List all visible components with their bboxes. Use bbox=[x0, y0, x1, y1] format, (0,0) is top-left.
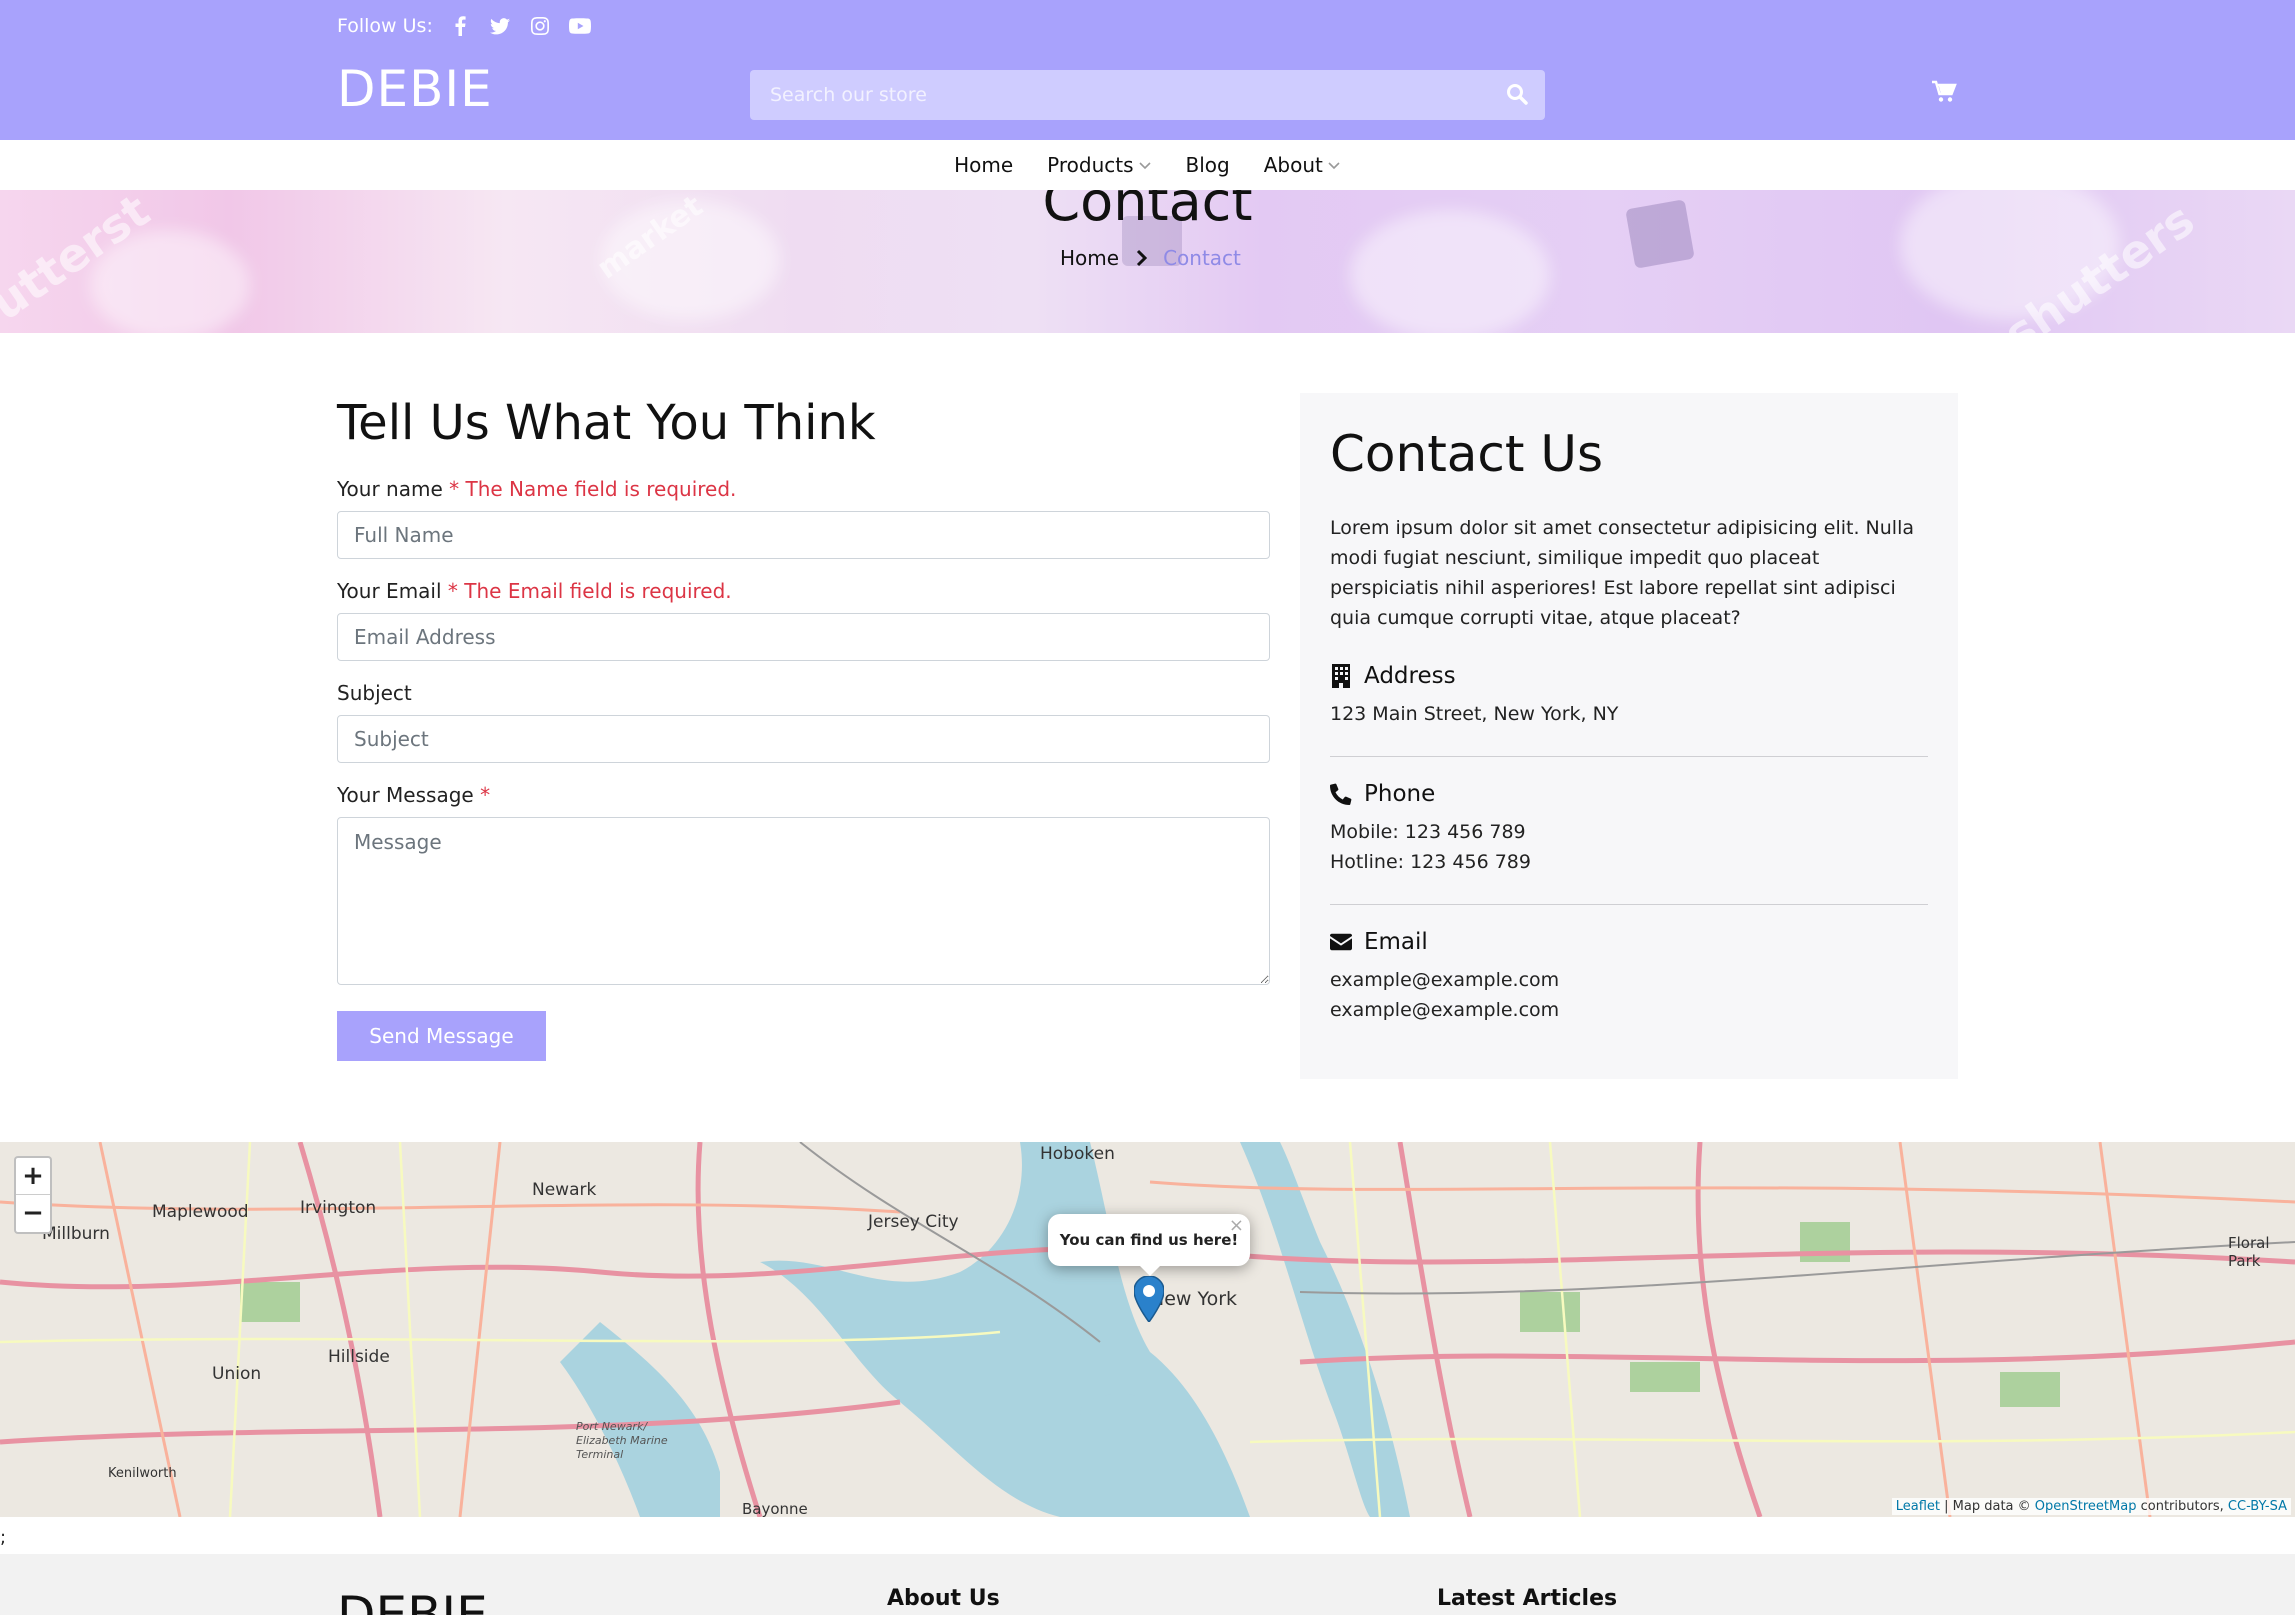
name-label-text: Your name bbox=[337, 477, 443, 501]
nav-item-blog[interactable]: Blog bbox=[1186, 153, 1230, 177]
message-field[interactable] bbox=[337, 817, 1270, 985]
phone-icon bbox=[1330, 783, 1352, 805]
chevron-down-icon bbox=[1138, 162, 1151, 170]
subject-label: Subject bbox=[337, 681, 412, 705]
map-label: Floral Park bbox=[2228, 1234, 2270, 1270]
map-label: Maplewood bbox=[152, 1202, 249, 1222]
send-message-button[interactable]: Send Message bbox=[337, 1011, 546, 1061]
top-header-bar: Follow Us: DEBIE bbox=[0, 0, 2295, 140]
footer-about-title: About Us bbox=[887, 1586, 1000, 1611]
email-error: The Email field is required. bbox=[464, 579, 732, 603]
map-label: Union bbox=[212, 1364, 262, 1384]
main-nav: Home Products Blog About bbox=[0, 140, 2295, 190]
zoom-in-button[interactable]: + bbox=[16, 1158, 50, 1195]
instagram-icon[interactable] bbox=[527, 13, 553, 39]
email-address[interactable]: example@example.com bbox=[1330, 995, 1928, 1025]
page-banner: utterst market shutters Contact Home Con… bbox=[0, 190, 2295, 333]
footer-articles-title: Latest Articles bbox=[1437, 1586, 1618, 1611]
site-footer: DEBIE About Us Latest Articles bbox=[0, 1554, 2295, 1615]
contact-card: Contact Us Lorem ipsum dolor sit amet co… bbox=[1300, 393, 1958, 1079]
nav-item-products[interactable]: Products bbox=[1047, 153, 1151, 177]
map-label: Jersey City bbox=[868, 1212, 959, 1232]
stray-text: ; bbox=[0, 1527, 7, 1548]
message-label-text: Your Message bbox=[337, 783, 474, 807]
required-mark: * bbox=[447, 579, 458, 603]
facebook-icon[interactable] bbox=[447, 13, 473, 39]
email-field[interactable] bbox=[337, 613, 1270, 661]
email-address[interactable]: example@example.com bbox=[1330, 965, 1928, 995]
youtube-icon[interactable] bbox=[567, 13, 593, 39]
breadcrumb: Home Contact bbox=[1060, 246, 1241, 270]
email-section: Email example@example.com example@example… bbox=[1330, 929, 1928, 1025]
address-title: Address bbox=[1364, 663, 1456, 689]
address-text: 123 Main Street, New York, NY bbox=[1330, 703, 1619, 725]
map-label: Bayonne bbox=[742, 1500, 808, 1517]
search-bar bbox=[750, 70, 1545, 120]
required-mark: * bbox=[480, 783, 491, 807]
phone-section: Phone Mobile: 123 456 789 Hotline: 123 45… bbox=[1330, 781, 1928, 877]
attribution-text: | Map data © bbox=[1940, 1499, 2035, 1514]
map-label: Hoboken bbox=[1040, 1144, 1115, 1164]
subject-field[interactable] bbox=[337, 715, 1270, 763]
chevron-down-icon bbox=[1328, 162, 1340, 170]
site-logo[interactable]: DEBIE bbox=[337, 60, 493, 118]
popup-close-button[interactable]: × bbox=[1229, 1200, 1244, 1252]
cart-icon[interactable] bbox=[1931, 80, 1961, 110]
message-label: Your Message * bbox=[337, 783, 1271, 807]
breadcrumb-home-link[interactable]: Home bbox=[1060, 246, 1119, 270]
map-zoom-control: + − bbox=[14, 1156, 52, 1234]
nav-item-label: Products bbox=[1047, 153, 1134, 177]
nav-item-home[interactable]: Home bbox=[954, 153, 1013, 177]
contact-title: Contact Us bbox=[1330, 425, 1604, 483]
map-label: Kenilworth bbox=[108, 1466, 177, 1481]
nav-item-label: Blog bbox=[1185, 153, 1230, 177]
leaflet-link[interactable]: Leaflet bbox=[1896, 1499, 1940, 1514]
chevron-right-icon bbox=[1137, 249, 1148, 267]
map-label: Hillside bbox=[328, 1347, 390, 1367]
page-title: Contact bbox=[1042, 190, 1253, 233]
name-field[interactable] bbox=[337, 511, 1270, 559]
address-section: Address 123 Main Street, New York, NY bbox=[1330, 663, 1928, 729]
search-input[interactable] bbox=[750, 70, 1490, 120]
hotline-number[interactable]: Hotline: 123 456 789 bbox=[1330, 847, 1928, 877]
form-title: Tell Us What You Think bbox=[337, 395, 876, 451]
license-link[interactable]: CC-BY-SA bbox=[2228, 1499, 2287, 1514]
attribution-text: contributors, bbox=[2136, 1499, 2228, 1514]
map-marker-icon[interactable] bbox=[1134, 1276, 1164, 1322]
contact-description: Lorem ipsum dolor sit amet consectetur a… bbox=[1330, 517, 1914, 629]
envelope-icon bbox=[1330, 933, 1352, 951]
nav-item-about[interactable]: About bbox=[1264, 153, 1341, 177]
zoom-out-button[interactable]: − bbox=[16, 1195, 50, 1232]
breadcrumb-current: Contact bbox=[1163, 246, 1241, 270]
divider bbox=[1330, 756, 1928, 757]
osm-link[interactable]: OpenStreetMap bbox=[2035, 1499, 2137, 1514]
map-label: Port Newark/ Elizabeth Marine Terminal bbox=[576, 1420, 668, 1461]
follow-label: Follow Us: bbox=[337, 15, 433, 37]
map-label: Millburn bbox=[42, 1224, 110, 1244]
twitter-icon[interactable] bbox=[487, 13, 513, 39]
popup-text: You can find us here! bbox=[1059, 1231, 1239, 1249]
name-error: The Name field is required. bbox=[465, 477, 737, 501]
mobile-number[interactable]: Mobile: 123 456 789 bbox=[1330, 817, 1928, 847]
phone-title: Phone bbox=[1364, 781, 1436, 807]
map-label: Newark bbox=[532, 1180, 597, 1200]
map-labels: Newark Irvington Maplewood Millburn Hobo… bbox=[0, 1142, 2295, 1517]
map-popup: You can find us here! × bbox=[1048, 1214, 1250, 1276]
footer-logo[interactable]: DEBIE bbox=[337, 1586, 488, 1615]
email-label: Your Email * The Email field is required… bbox=[337, 579, 1271, 603]
email-label-text: Your Email bbox=[337, 579, 442, 603]
map-label: Irvington bbox=[300, 1198, 377, 1218]
nav-item-label: About bbox=[1263, 153, 1323, 177]
required-mark: * bbox=[449, 477, 460, 501]
nav-item-label: Home bbox=[954, 153, 1014, 177]
location-map[interactable]: Newark Irvington Maplewood Millburn Hobo… bbox=[0, 1142, 2295, 1517]
feedback-form: Tell Us What You Think Your name * The N… bbox=[337, 395, 1271, 1061]
social-follow: Follow Us: bbox=[337, 13, 593, 39]
email-title: Email bbox=[1364, 929, 1428, 955]
map-attribution: Leaflet | Map data © OpenStreetMap contr… bbox=[1891, 1498, 2291, 1515]
search-icon[interactable] bbox=[1505, 82, 1531, 108]
name-label: Your name * The Name field is required. bbox=[337, 477, 1271, 501]
building-icon bbox=[1332, 664, 1350, 688]
divider bbox=[1330, 904, 1928, 905]
